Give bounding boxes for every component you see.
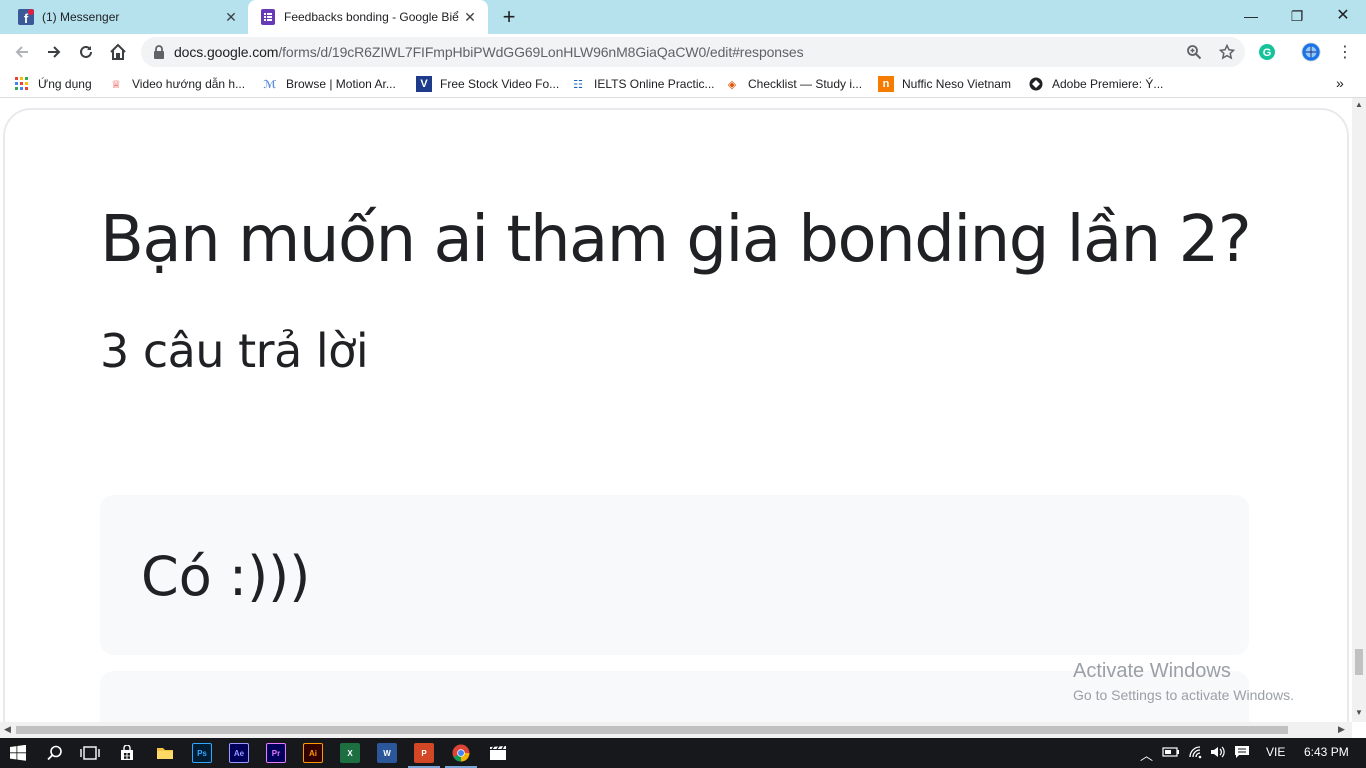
- profile-avatar-icon[interactable]: [1301, 42, 1321, 62]
- bookmark-label: Browse | Motion Ar...: [286, 77, 396, 91]
- url-domain: docs.google.com: [174, 44, 279, 60]
- tab-feedbacks-bonding[interactable]: Feedbacks bonding - Google Biể ✕: [248, 0, 488, 34]
- nuffic-icon: n: [878, 76, 894, 92]
- excel-icon[interactable]: X: [340, 743, 360, 763]
- show-hidden-icons[interactable]: ︿: [1140, 745, 1153, 764]
- vertical-scrollbar[interactable]: ▲ ▼: [1352, 98, 1366, 722]
- horizontal-scrollbar[interactable]: ◀ ▶: [0, 722, 1352, 738]
- response-count: 3 câu trả lời: [100, 324, 369, 378]
- motion-array-icon: ℳ: [263, 78, 277, 91]
- bookmark-label: IELTS Online Practic...: [594, 77, 715, 91]
- search-icon[interactable]: [45, 743, 65, 763]
- bookmark-label: Ứng dụng: [38, 77, 92, 91]
- close-tab-icon[interactable]: ✕: [223, 9, 239, 25]
- tab-title: (1) Messenger: [42, 10, 120, 24]
- close-window-icon[interactable]: ✕: [1331, 5, 1355, 27]
- address-bar[interactable]: docs.google.com/forms/d/19cR6ZIWL7FIFmpH…: [141, 37, 1245, 67]
- videvo-icon: V: [416, 76, 432, 92]
- reload-icon[interactable]: [75, 41, 97, 63]
- more-bookmarks-icon[interactable]: »: [1336, 75, 1344, 91]
- menu-kebab-icon[interactable]: ⋮: [1335, 42, 1355, 62]
- wifi-icon[interactable]: [1188, 745, 1204, 762]
- url-path: /forms/d/19cR6ZIWL7FIFmpHbiPWdGG69LonHLW…: [278, 44, 804, 60]
- photoshop-icon[interactable]: Ps: [192, 743, 212, 763]
- clock[interactable]: 6:43 PM: [1304, 745, 1349, 759]
- scroll-down-icon[interactable]: ▼: [1355, 708, 1363, 717]
- powerpoint-icon[interactable]: P: [408, 743, 440, 768]
- tab-strip: f (1) Messenger ✕ Feedbacks bonding - Go…: [0, 0, 1366, 34]
- vertical-scroll-thumb[interactable]: [1355, 649, 1363, 675]
- forward-icon[interactable]: [43, 41, 65, 63]
- checklist-icon: ◈: [727, 78, 737, 91]
- scroll-left-icon[interactable]: ◀: [4, 724, 11, 735]
- question-title: Bạn muốn ai tham gia bonding lần 2?: [100, 203, 1252, 277]
- battery-icon[interactable]: [1162, 745, 1180, 762]
- browser-toolbar: docs.google.com/forms/d/19cR6ZIWL7FIFmpH…: [0, 34, 1366, 70]
- home-icon[interactable]: [107, 41, 129, 63]
- bookmark-apps[interactable]: Ứng dụng: [14, 75, 92, 93]
- bookmark-nuffic[interactable]: n Nuffic Neso Vietnam: [878, 75, 1011, 93]
- minimize-icon[interactable]: —: [1239, 5, 1263, 27]
- bookmark-star-icon[interactable]: [1218, 43, 1236, 61]
- facebook-icon: f: [18, 9, 34, 25]
- new-tab-icon[interactable]: +: [499, 6, 519, 28]
- windows-start-icon[interactable]: [8, 743, 28, 763]
- bookmark-adobe-premiere[interactable]: Adobe Premiere: Ý...: [1028, 75, 1163, 93]
- restore-icon[interactable]: ❐: [1285, 5, 1309, 27]
- premiere-pro-icon[interactable]: Pr: [266, 743, 286, 763]
- horizontal-scroll-thumb[interactable]: [16, 726, 1288, 734]
- page-viewport: Bạn muốn ai tham gia bonding lần 2? 3 câ…: [0, 98, 1352, 722]
- google-forms-icon: [260, 9, 276, 25]
- ielts-icon: ☷: [573, 78, 583, 91]
- bookmark-motion-array[interactable]: ℳ Browse | Motion Ar...: [262, 75, 396, 93]
- notification-icon[interactable]: [1234, 745, 1250, 762]
- word-icon[interactable]: W: [377, 743, 397, 763]
- bookmark-label: Checklist — Study i...: [748, 77, 863, 91]
- bookmark-ielts[interactable]: ☷ IELTS Online Practic...: [570, 75, 715, 93]
- svg-text:f: f: [24, 11, 29, 25]
- scroll-right-icon[interactable]: ▶: [1338, 724, 1345, 735]
- bookmark-label: Nuffic Neso Vietnam: [902, 77, 1011, 91]
- watermark-title: Activate Windows: [1073, 660, 1231, 682]
- response-item: Có :))): [100, 495, 1249, 655]
- grammarly-icon[interactable]: G: [1257, 42, 1277, 62]
- tab-title: Feedbacks bonding - Google Biể: [284, 10, 459, 24]
- activate-windows-watermark: Activate Windows Go to Settings to activ…: [1073, 660, 1294, 703]
- bookmark-label: Free Stock Video Fo...: [440, 77, 560, 91]
- windows-taskbar: Ps Ae Pr Ai X W P ︿ VIE 6:43 PM: [0, 738, 1366, 768]
- bookmark-checklist[interactable]: ◈ Checklist — Study i...: [724, 75, 862, 93]
- response-text: Có :))): [141, 545, 311, 608]
- tab-messenger[interactable]: f (1) Messenger ✕: [0, 0, 248, 34]
- volume-icon[interactable]: [1210, 745, 1226, 762]
- lock-icon[interactable]: [153, 45, 165, 64]
- adobe-icon: [1028, 76, 1044, 92]
- bookmark-free-stock-video[interactable]: V Free Stock Video Fo...: [416, 75, 559, 93]
- file-explorer-icon[interactable]: [155, 743, 175, 763]
- chrome-icon[interactable]: [445, 743, 477, 768]
- bookmark-video-huong-dan[interactable]: ♕ Video hướng dẫn h...: [108, 75, 245, 93]
- video-editor-icon[interactable]: [488, 743, 508, 763]
- illustrator-icon[interactable]: Ai: [303, 743, 323, 763]
- svg-text:G: G: [1263, 47, 1272, 59]
- task-view-icon[interactable]: [80, 743, 100, 763]
- url-text[interactable]: docs.google.com/forms/d/19cR6ZIWL7FIFmpH…: [174, 44, 804, 60]
- after-effects-icon[interactable]: Ae: [229, 743, 249, 763]
- back-icon[interactable]: [11, 41, 33, 63]
- store-icon[interactable]: [117, 743, 137, 763]
- close-tab-icon[interactable]: ✕: [462, 9, 478, 25]
- video-icon: ♕: [111, 78, 121, 91]
- watermark-subtitle: Go to Settings to activate Windows.: [1073, 687, 1294, 703]
- bookmarks-bar: Ứng dụng ♕ Video hướng dẫn h... ℳ Browse…: [0, 70, 1366, 98]
- bookmark-label: Adobe Premiere: Ý...: [1052, 77, 1164, 91]
- input-language[interactable]: VIE: [1266, 745, 1285, 759]
- zoom-icon[interactable]: [1185, 43, 1203, 61]
- bookmark-label: Video hướng dẫn h...: [132, 77, 246, 91]
- scroll-up-icon[interactable]: ▲: [1355, 100, 1363, 109]
- apps-grid-icon: [14, 76, 30, 92]
